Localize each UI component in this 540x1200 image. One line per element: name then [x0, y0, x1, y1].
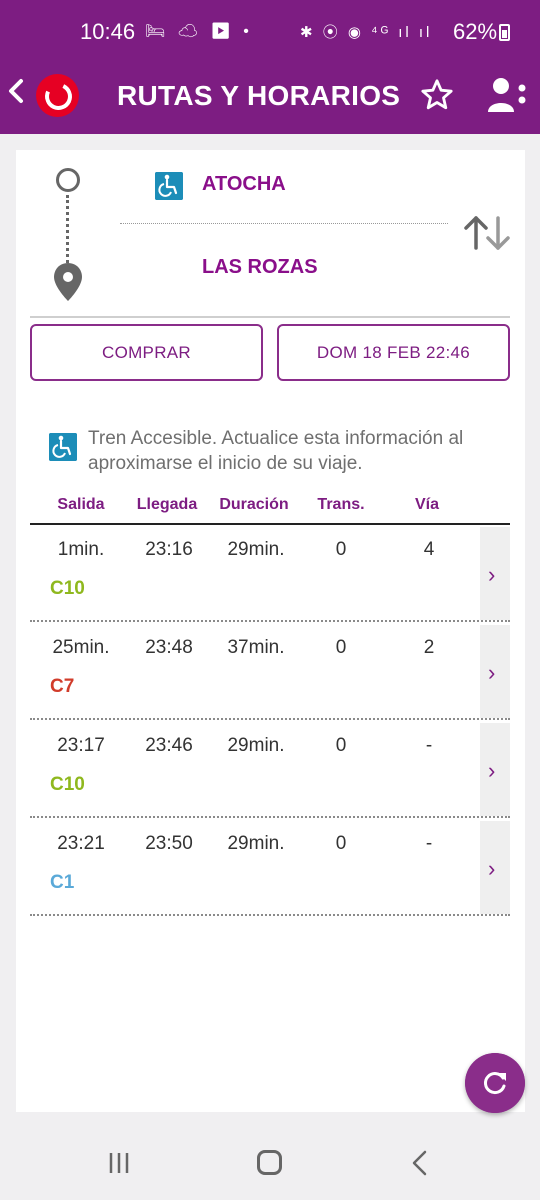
header-duracion: Duración [219, 496, 289, 513]
line-badge: C10 [50, 578, 85, 599]
refresh-button[interactable] [465, 1053, 525, 1113]
user-settings-icon[interactable] [486, 76, 528, 114]
status-notification-icons: 🛏 ☁ ▶ • [145, 23, 253, 40]
cell-salida: 23:21 [57, 833, 105, 854]
back-icon[interactable] [410, 1150, 430, 1176]
row-detail-button[interactable]: › [480, 821, 510, 914]
table-row[interactable]: 23:21 23:50 29min. 0 - C1 › [30, 819, 510, 916]
header-trans: Trans. [317, 496, 365, 513]
route-connector [66, 195, 69, 263]
status-time: 10:46 [80, 19, 136, 44]
header-salida: Salida [57, 496, 105, 513]
accessibility-note: Tren Accesible. Actualice esta informaci… [88, 428, 464, 474]
cell-salida: 23:17 [57, 735, 105, 756]
row-detail-button[interactable]: › [480, 625, 510, 718]
section-divider [30, 316, 510, 318]
star-outline-icon[interactable] [420, 78, 454, 112]
cell-llegada: 23:16 [145, 539, 193, 560]
chevron-right-icon: › [488, 758, 496, 783]
table-row[interactable]: 23:17 23:46 29min. 0 - C10 › [30, 721, 510, 818]
recent-apps-icon[interactable] [107, 1151, 131, 1175]
cell-duracion: 29min. [227, 735, 285, 756]
cell-via: - [425, 833, 433, 854]
line-badge: C1 [50, 872, 75, 893]
status-bar: 10:46 🛏 ☁ ▶ • ✱ ⦿ ◉ ⁴ᴳ ıl ıl 62% [0, 0, 540, 52]
header-llegada: Llegada [136, 496, 198, 513]
battery-level: 62% [453, 19, 498, 44]
buy-button[interactable]: COMPRAR [30, 324, 263, 381]
battery-icon [499, 24, 510, 41]
table-row[interactable]: 1min. 23:16 29min. 0 4 C10 › [30, 525, 510, 622]
location-pin-icon [54, 263, 82, 301]
line-badge: C10 [50, 774, 85, 795]
cell-via: 2 [423, 637, 435, 658]
cell-duracion: 29min. [227, 539, 285, 560]
table-row[interactable]: 25min. 23:48 37min. 0 2 C7 › [30, 623, 510, 720]
cell-llegada: 23:50 [145, 833, 193, 854]
cell-salida: 25min. [52, 637, 110, 658]
origin-marker-icon [56, 168, 80, 192]
app-bar: RUTAS Y HORARIOS [0, 52, 540, 134]
cell-trans: 0 [335, 735, 347, 756]
cell-trans: 0 [335, 833, 347, 854]
chevron-left-icon[interactable] [4, 76, 28, 106]
chevron-right-icon: › [488, 660, 496, 685]
cell-duracion: 29min. [227, 833, 285, 854]
cell-via: - [425, 735, 433, 756]
origin-station[interactable]: ATOCHA [202, 173, 286, 196]
chevron-right-icon: › [488, 562, 496, 587]
line-badge: C7 [50, 676, 75, 697]
destination-station[interactable]: LAS ROZAS [202, 256, 318, 279]
cell-via: 4 [423, 539, 435, 560]
system-nav-bar [0, 1128, 540, 1200]
chevron-right-icon: › [488, 856, 496, 881]
row-detail-button[interactable]: › [480, 527, 510, 620]
home-icon[interactable] [257, 1150, 282, 1175]
row-detail-button[interactable]: › [480, 723, 510, 816]
header-via: Vía [414, 496, 439, 513]
date-selector-button[interactable]: DOM 18 FEB 22:46 [277, 324, 510, 381]
wheelchair-icon [49, 433, 77, 461]
cell-trans: 0 [335, 539, 347, 560]
cell-llegada: 23:46 [145, 735, 193, 756]
swap-icon[interactable] [462, 214, 512, 252]
cell-duracion: 37min. [227, 637, 285, 658]
cell-llegada: 23:48 [145, 637, 193, 658]
page-title: RUTAS Y HORARIOS [117, 80, 401, 111]
renfe-logo [36, 74, 79, 117]
cell-trans: 0 [335, 637, 347, 658]
cell-salida: 1min. [57, 539, 105, 560]
wheelchair-icon [155, 172, 183, 200]
route-divider [120, 223, 448, 224]
status-system-icons: ✱ ⦿ ◉ ⁴ᴳ ıl ıl [300, 24, 433, 41]
